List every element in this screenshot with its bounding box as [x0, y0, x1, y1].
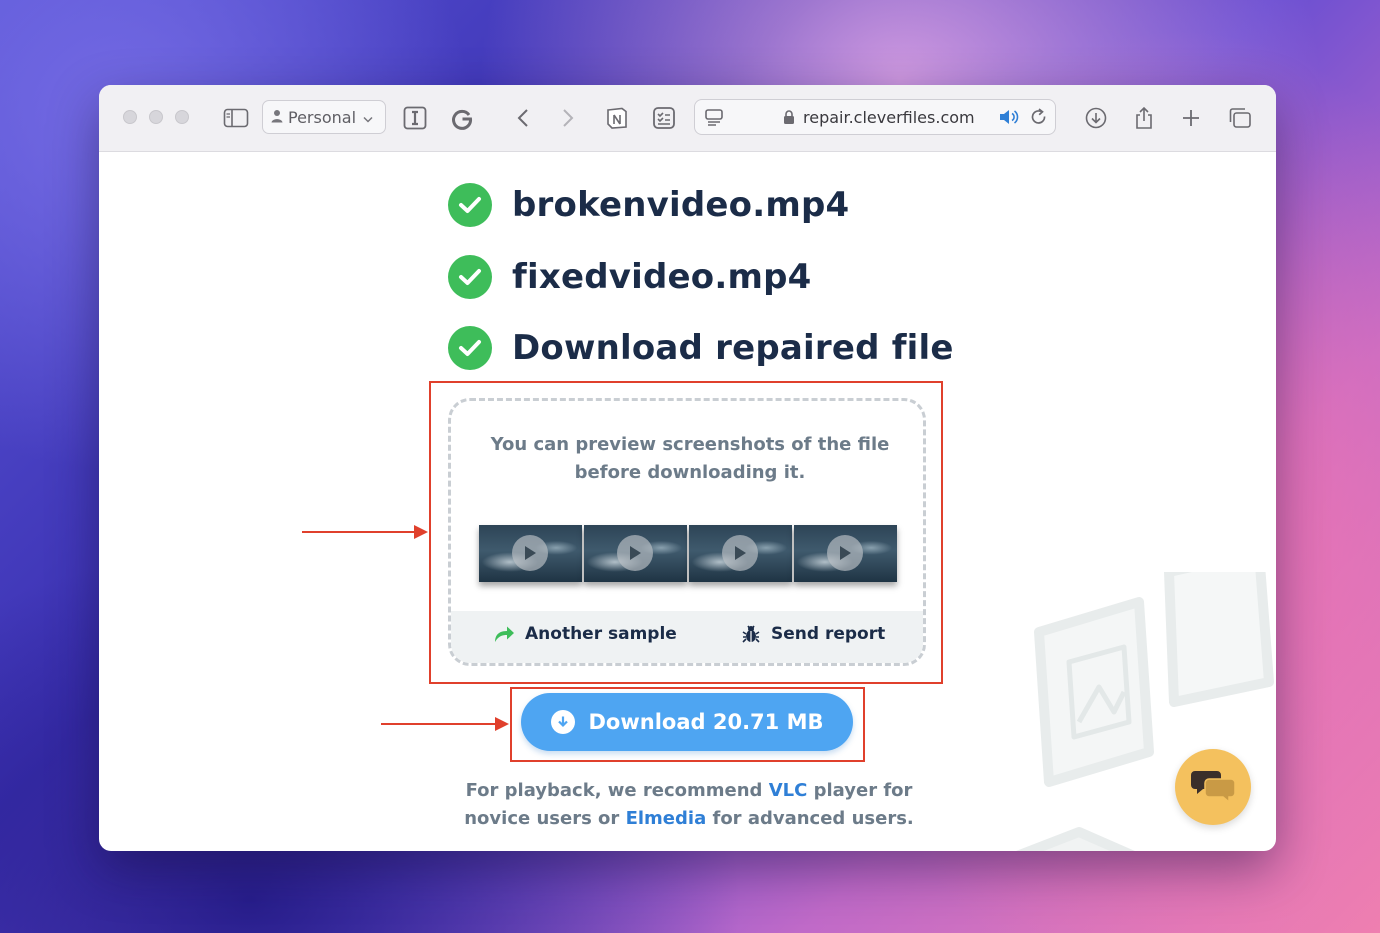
step-download: Download repaired file	[448, 326, 954, 370]
note-text: For playback, we recommend	[465, 780, 769, 801]
tabs-overview-icon[interactable]	[1227, 105, 1253, 131]
notion-icon[interactable]	[604, 105, 630, 131]
clipboard-icon[interactable]	[651, 105, 677, 131]
speaker-icon[interactable]	[996, 104, 1022, 130]
grammarly-icon[interactable]	[449, 105, 475, 131]
profile-label: Personal	[288, 107, 357, 127]
step-label: fixedvideo.mp4	[512, 257, 812, 297]
annotation-box-download	[510, 687, 865, 762]
step-label: brokenvideo.mp4	[512, 185, 850, 225]
annotation-box-preview	[429, 381, 943, 684]
annotation-arrow-preview	[302, 525, 428, 539]
minimize-window-button[interactable]	[149, 110, 163, 124]
sidebar-icon[interactable]	[223, 105, 249, 131]
elmedia-link[interactable]: Elmedia	[626, 808, 707, 829]
downloads-icon[interactable]	[1083, 105, 1109, 131]
profile-selector[interactable]: Personal	[262, 100, 386, 134]
chevron-down-icon	[363, 108, 373, 127]
annotation-arrow-download	[381, 717, 509, 731]
chat-widget-button[interactable]	[1175, 749, 1251, 825]
zoom-window-button[interactable]	[175, 110, 189, 124]
page-menu-icon[interactable]	[701, 104, 727, 130]
check-icon	[448, 255, 492, 299]
step-fixed-video: fixedvideo.mp4	[448, 255, 812, 299]
note-text: for advanced users.	[706, 808, 914, 829]
chat-icon	[1191, 767, 1236, 807]
reader-icon[interactable]	[402, 105, 428, 131]
new-tab-icon[interactable]	[1178, 105, 1204, 131]
vlc-link[interactable]: VLC	[769, 780, 808, 801]
forward-icon[interactable]	[555, 105, 581, 131]
url-text: repair.cleverfiles.com	[803, 108, 975, 127]
playback-note: For playback, we recommend VLC player fo…	[439, 777, 939, 833]
person-icon	[271, 108, 283, 127]
share-icon[interactable]	[1131, 105, 1157, 131]
step-label: Download repaired file	[512, 328, 954, 368]
close-window-button[interactable]	[123, 110, 137, 124]
back-icon[interactable]	[510, 105, 536, 131]
check-icon	[448, 326, 492, 370]
address-bar[interactable]: repair.cleverfiles.com	[694, 99, 1056, 135]
browser-toolbar: Personal repair.cleverfiles.com	[99, 85, 1276, 152]
lock-icon	[783, 110, 795, 129]
reload-icon[interactable]	[1026, 104, 1052, 130]
step-broken-video: brokenvideo.mp4	[448, 183, 849, 227]
check-icon	[448, 183, 492, 227]
